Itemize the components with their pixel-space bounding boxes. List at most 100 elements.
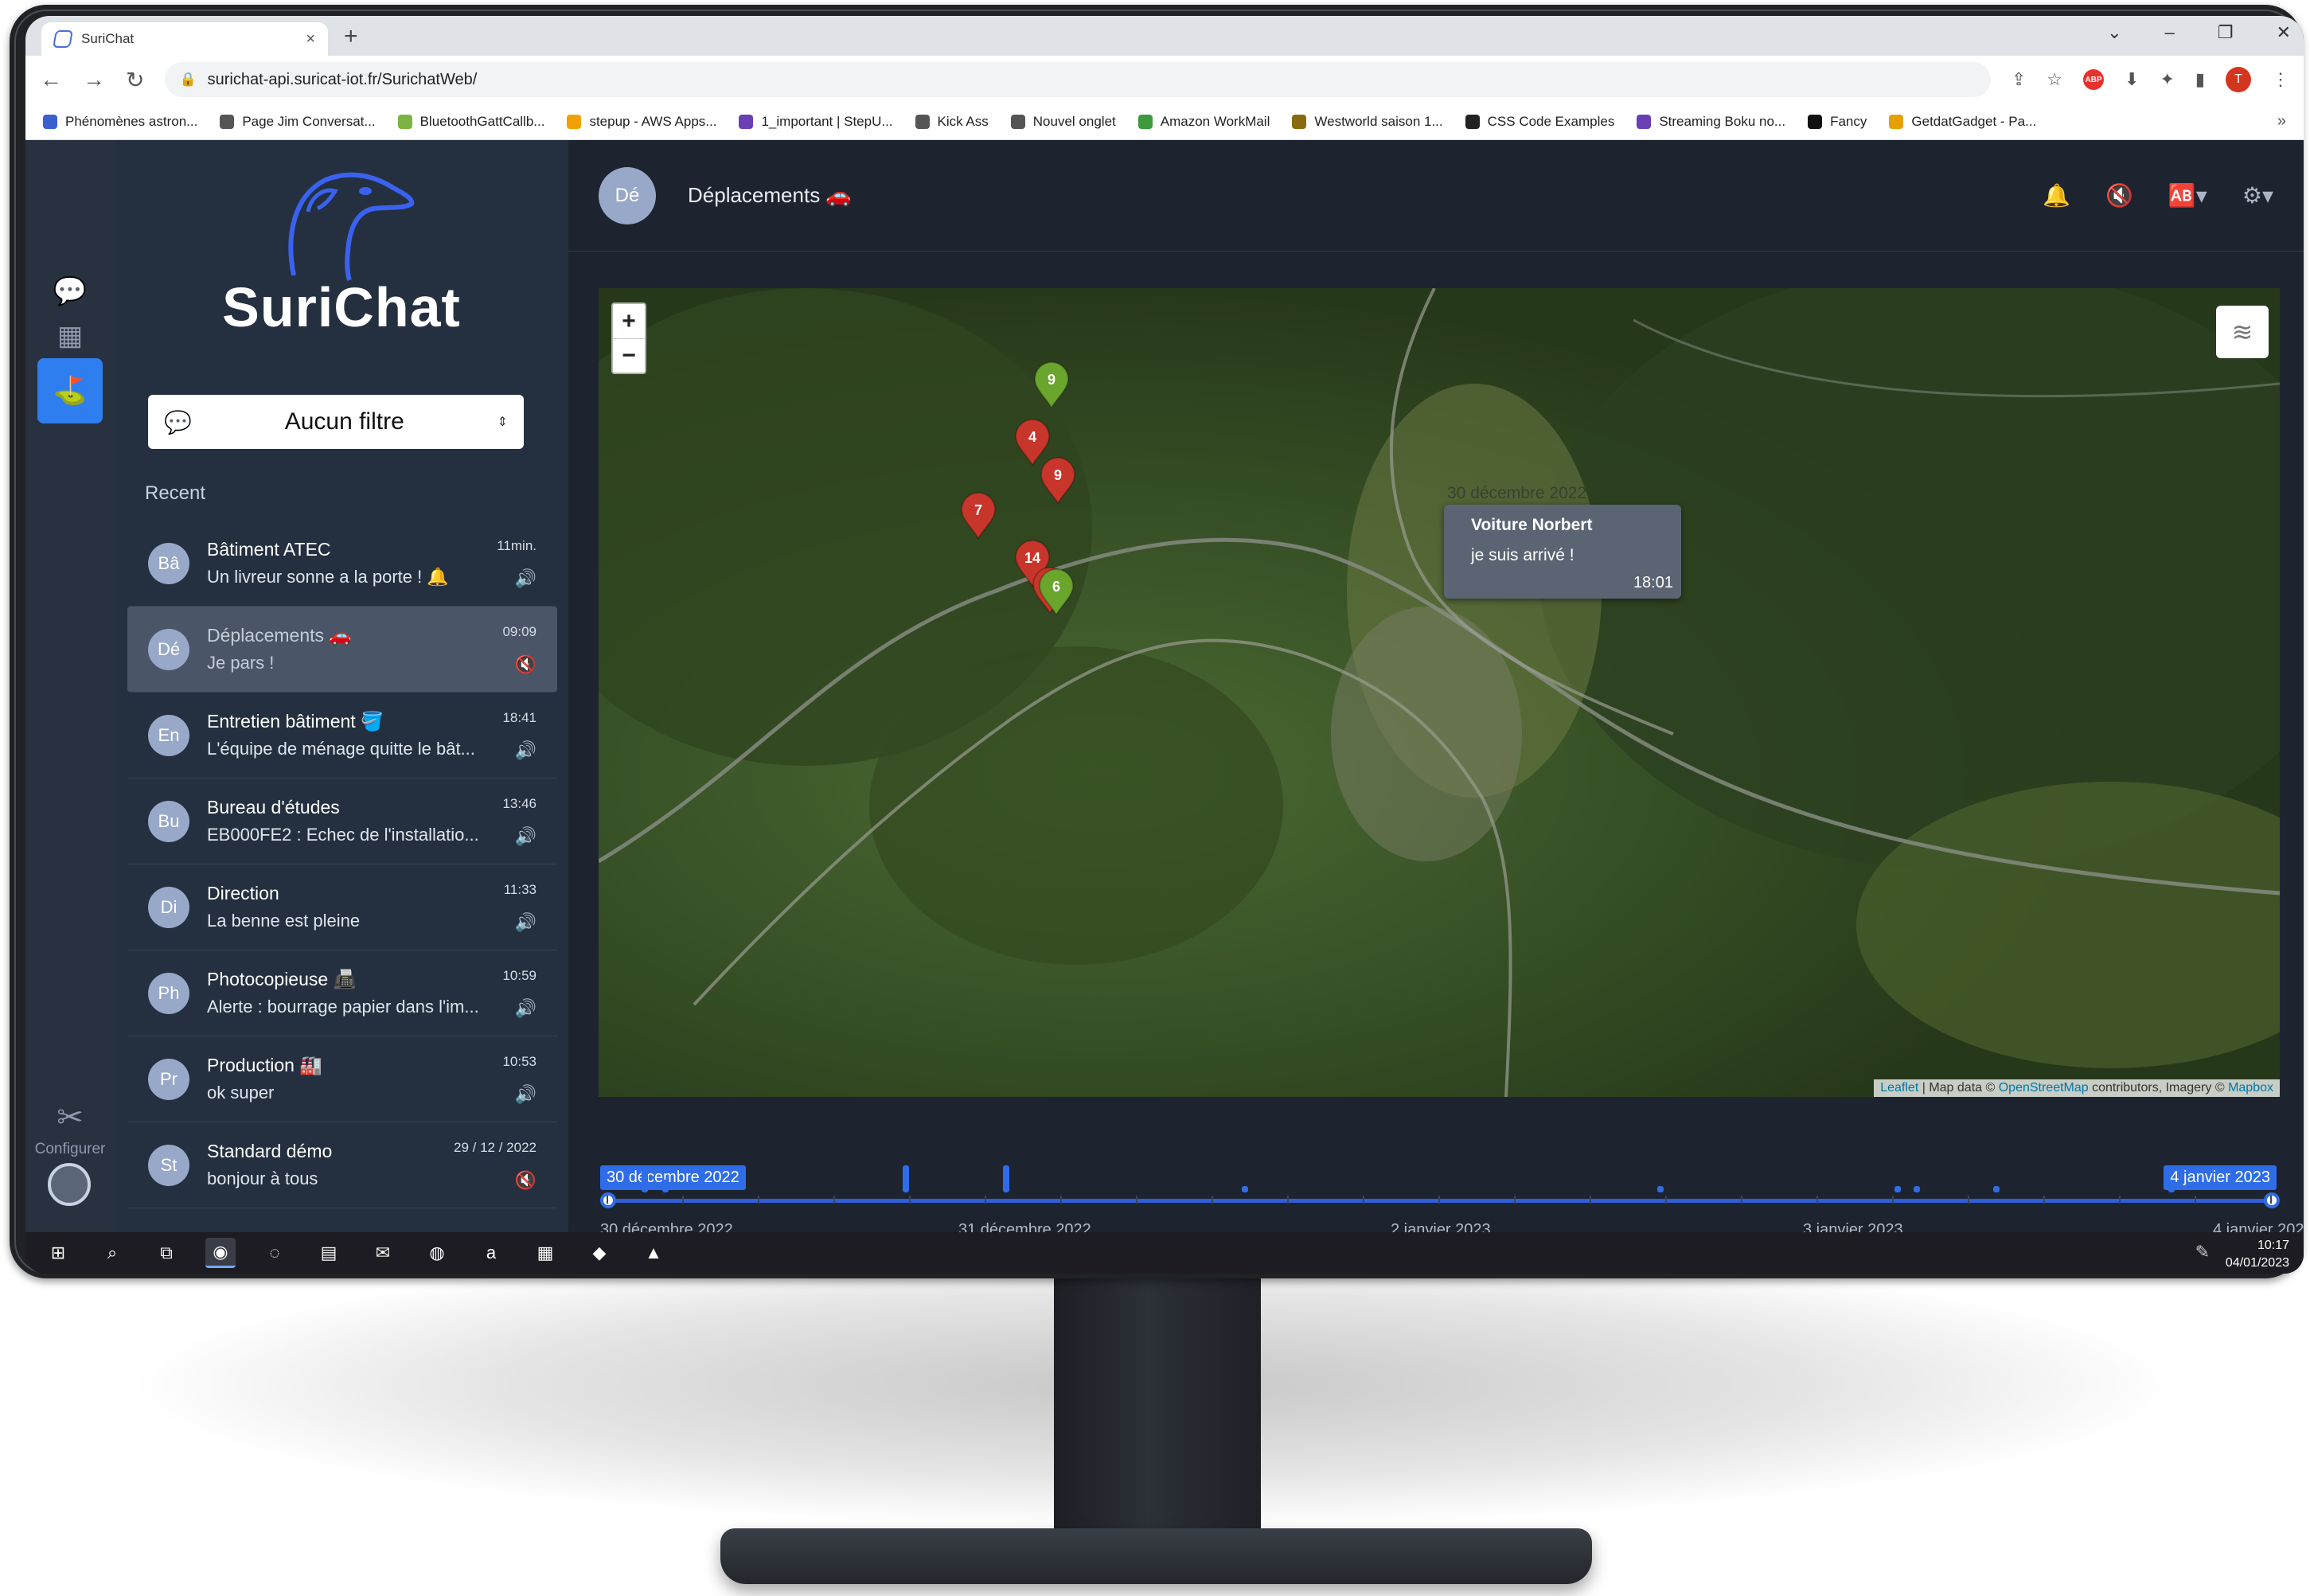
map-marker[interactable]: 6 (1038, 568, 1075, 616)
speaker-icon[interactable]: 🔊 (515, 998, 537, 1019)
map-icon[interactable]: ⛳ (37, 358, 103, 423)
share-icon[interactable]: ⇪ (2011, 69, 2026, 90)
speaker-icon[interactable]: 🔇 (515, 1170, 537, 1191)
timeline-event-marker[interactable] (662, 1180, 669, 1192)
timeline-event-marker[interactable] (1003, 1165, 1009, 1192)
map-marker[interactable]: 9 (1033, 361, 1070, 409)
browser-menu-icon[interactable]: ⋮ (2272, 69, 2289, 90)
address-bar-row: ← → ↻ 🔒 surichat-api.suricat-iot.fr/Suri… (25, 56, 2304, 103)
pen-tray-icon[interactable]: ✎ (2195, 1242, 2210, 1262)
amazon-icon[interactable]: a (476, 1238, 506, 1268)
speaker-icon[interactable]: 🔊 (515, 1084, 537, 1105)
tab-close-button[interactable]: × (306, 30, 315, 49)
timeline-tick (1816, 1196, 1818, 1204)
spotify-icon[interactable]: ◍ (422, 1238, 452, 1268)
task-view-icon[interactable]: ⧉ (151, 1238, 181, 1268)
close-window-button[interactable]: ✕ (2277, 22, 2291, 43)
back-button[interactable]: ← (40, 67, 62, 92)
mail-icon[interactable]: ✉ (368, 1238, 398, 1268)
bookmark-item[interactable]: 1_important | StepU... (739, 114, 893, 130)
zoom-out-button[interactable]: − (613, 338, 645, 373)
filter-select[interactable]: 💬 Aucun filtre ⇕ (148, 395, 524, 449)
bookmark-item[interactable]: Kick Ass (915, 114, 989, 130)
bookmark-item[interactable]: Fancy (1808, 114, 1867, 130)
explorer-icon[interactable]: ▤ (314, 1238, 344, 1268)
chrome-icon[interactable]: ◉ (205, 1238, 236, 1268)
bookmark-item[interactable]: GetdatGadget - Pa... (1889, 114, 2036, 130)
url-bar[interactable]: 🔒 surichat-api.suricat-iot.fr/SurichatWe… (165, 62, 1991, 97)
side-panel-icon[interactable]: ▮ (2195, 69, 2205, 90)
zoom-in-button[interactable]: + (613, 304, 645, 338)
configure-button[interactable]: ✂ Configurer (25, 1099, 115, 1158)
user-avatar[interactable] (48, 1163, 91, 1206)
map-marker[interactable]: 9 (1040, 457, 1076, 505)
speaker-icon[interactable]: 🔇 (515, 654, 537, 675)
mapbox-link[interactable]: Mapbox (2228, 1081, 2273, 1095)
timeline-start-handle[interactable] (600, 1192, 616, 1208)
bookmark-item[interactable]: stepup - AWS Apps... (567, 114, 716, 130)
extensions-puzzle-icon[interactable]: ✦ (2160, 69, 2174, 90)
bookmark-item[interactable]: Streaming Boku no... (1637, 114, 1785, 130)
restore-button[interactable]: ❐ (2218, 22, 2234, 43)
timeline-event-marker[interactable] (1993, 1186, 2000, 1192)
bookmark-item[interactable]: CSS Code Examples (1465, 114, 1614, 130)
timeline-event-marker[interactable] (903, 1165, 909, 1192)
start-icon[interactable]: ⊞ (43, 1238, 73, 1268)
app-icon[interactable]: ▲ (638, 1238, 669, 1268)
timeline-event-marker[interactable] (642, 1169, 648, 1192)
system-clock[interactable]: 10:17 04/01/2023 (2226, 1237, 2289, 1272)
language-dropdown-icon[interactable]: 🆎▾ (2168, 182, 2207, 209)
bookmark-item[interactable]: Phénomènes astron... (43, 114, 197, 130)
timeline-end-handle[interactable] (2264, 1192, 2280, 1208)
timeline-event-marker[interactable] (2168, 1186, 2175, 1192)
calendar-icon[interactable]: ▦ (45, 310, 96, 361)
minimize-button[interactable]: – (2165, 22, 2175, 43)
bookmark-item[interactable]: Westworld saison 1... (1292, 114, 1443, 130)
conversation-item[interactable]: Ph Photocopieuse 📠 Alerte : bourrage papie… (127, 950, 557, 1036)
mute-icon[interactable]: 🔇 (2105, 182, 2133, 209)
browser-tab[interactable]: SuriChat × (41, 22, 328, 56)
download-ext-icon[interactable]: ⬇ (2125, 69, 2139, 90)
reload-button[interactable]: ↻ (126, 67, 144, 93)
notepad-icon[interactable]: ▦ (530, 1238, 560, 1268)
conversation-item[interactable]: En Entretien bâtiment 🪣 L'équipe de ménage… (127, 693, 557, 778)
conversation-item[interactable]: Bâ Bâtiment ATEC Un livreur sonne a la por… (127, 521, 557, 607)
speaker-icon[interactable]: 🔊 (515, 912, 537, 933)
timeline-event-marker[interactable] (1894, 1186, 1901, 1192)
edge-icon[interactable]: ◌ (259, 1238, 290, 1268)
speaker-icon[interactable]: 🔊 (515, 826, 537, 847)
profile-avatar[interactable]: T (2226, 67, 2251, 92)
bookmark-item[interactable]: Page Jim Conversat... (220, 114, 376, 130)
speaker-icon[interactable]: 🔊 (515, 568, 537, 589)
conversation-item[interactable]: Pr Production 🏭 ok super 10:53 🔊 (127, 1036, 557, 1122)
nav-rail: 💬 ▦ ⛳ ✂ Configurer (25, 140, 115, 1232)
conversation-item-last-message: Je pars ! (207, 653, 275, 673)
layers-icon[interactable]: ≋ (2216, 306, 2269, 358)
timeline-event-marker[interactable] (1242, 1186, 1248, 1192)
conversation-item[interactable]: St Standard démo bonjour à tous 29 / 12 / 2… (127, 1122, 557, 1208)
conversation-item[interactable]: Di Direction La benne est pleine 11:33 🔊 (127, 864, 557, 950)
leaflet-link[interactable]: Leaflet (1880, 1081, 1918, 1095)
new-tab-button[interactable]: + (344, 22, 358, 51)
tab-search-button[interactable]: ⌄ (2107, 22, 2121, 43)
bookmark-item[interactable]: BluetoothGattCallb... (397, 114, 544, 130)
timeline-event-marker[interactable] (1657, 1186, 1664, 1192)
bookmark-item[interactable]: Nouvel onglet (1010, 114, 1116, 130)
conversation-item[interactable]: Dé Déplacements 🚗 Je pars ! 09:09 🔇 (127, 607, 557, 693)
map-marker[interactable]: 7 (960, 492, 997, 540)
bookmarks-more-button[interactable]: » (2277, 112, 2286, 131)
bell-icon[interactable]: 🔔 (2043, 182, 2070, 209)
settings-dropdown-icon[interactable]: ⚙▾ (2242, 182, 2273, 209)
osm-link[interactable]: OpenStreetMap (1999, 1081, 2089, 1095)
satellite-map[interactable]: + − ≋ 9 4 9 7 14 6 30 décembre 2022 Voiture N… (599, 288, 2280, 1097)
forward-button[interactable]: → (83, 67, 105, 92)
adblock-icon[interactable]: ABP (2083, 69, 2105, 90)
conversation-item[interactable]: Bu Bureau d'études EB000FE2 : Echec de l'i… (127, 778, 557, 864)
speaker-icon[interactable]: 🔊 (515, 740, 537, 761)
git-icon[interactable]: ◆ (584, 1238, 615, 1268)
chat-icon[interactable]: 💬 (45, 266, 96, 317)
timeline-event-marker[interactable] (1914, 1186, 1920, 1192)
bookmark-item[interactable]: Amazon WorkMail (1137, 114, 1270, 130)
bookmark-star-icon[interactable]: ☆ (2047, 69, 2062, 90)
search-icon[interactable]: ⌕ (97, 1238, 127, 1268)
